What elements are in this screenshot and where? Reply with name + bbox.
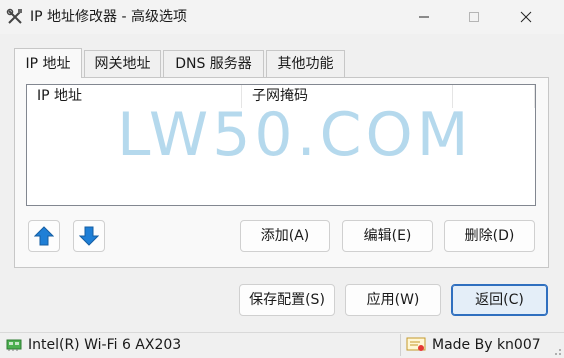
credit-text: Made By kn007	[432, 337, 541, 353]
network-card-icon	[6, 339, 22, 351]
column-header-ip[interactable]: IP 地址	[27, 85, 242, 108]
tab-gateway[interactable]: 网关地址	[84, 50, 161, 78]
minimize-button[interactable]	[401, 0, 447, 34]
delete-button[interactable]: 删除(D)	[444, 220, 535, 252]
resize-grip-icon[interactable]	[552, 346, 562, 356]
maximize-icon	[469, 12, 479, 22]
tab-dns[interactable]: DNS 服务器	[163, 50, 264, 78]
tab-panel: IP 地址 子网掩码 添加(A) 编辑(E) 删除(D)	[14, 77, 549, 268]
add-button[interactable]: 添加(A)	[240, 220, 330, 252]
minimize-icon	[419, 16, 429, 18]
title-bar: IP 地址修改器 - 高级选项	[0, 0, 564, 34]
status-divider	[400, 334, 401, 356]
tab-other[interactable]: 其他功能	[266, 50, 345, 78]
close-icon	[520, 11, 532, 23]
back-button[interactable]: 返回(C)	[451, 284, 548, 316]
save-config-button[interactable]: 保存配置(S)	[239, 284, 335, 316]
adapter-name: Intel(R) Wi-Fi 6 AX203	[28, 337, 182, 353]
tools-icon	[6, 8, 24, 26]
status-adapter: Intel(R) Wi-Fi 6 AX203	[6, 334, 181, 356]
arrow-up-icon	[34, 226, 54, 246]
close-button[interactable]	[503, 0, 549, 34]
ip-list[interactable]: IP 地址 子网掩码	[26, 84, 536, 206]
arrow-down-icon	[79, 226, 99, 246]
move-up-button[interactable]	[28, 220, 60, 252]
column-header-subnet[interactable]: 子网掩码	[242, 85, 453, 108]
window-title: IP 地址修改器 - 高级选项	[30, 9, 187, 25]
apply-button[interactable]: 应用(W)	[345, 284, 441, 316]
status-credit: Made By kn007	[406, 334, 541, 356]
column-header-empty[interactable]	[453, 85, 535, 108]
edit-button[interactable]: 编辑(E)	[342, 220, 433, 252]
move-down-button[interactable]	[73, 220, 105, 252]
certificate-icon	[406, 337, 426, 351]
tab-ip-address[interactable]: IP 地址	[14, 48, 82, 78]
maximize-button[interactable]	[451, 0, 497, 34]
